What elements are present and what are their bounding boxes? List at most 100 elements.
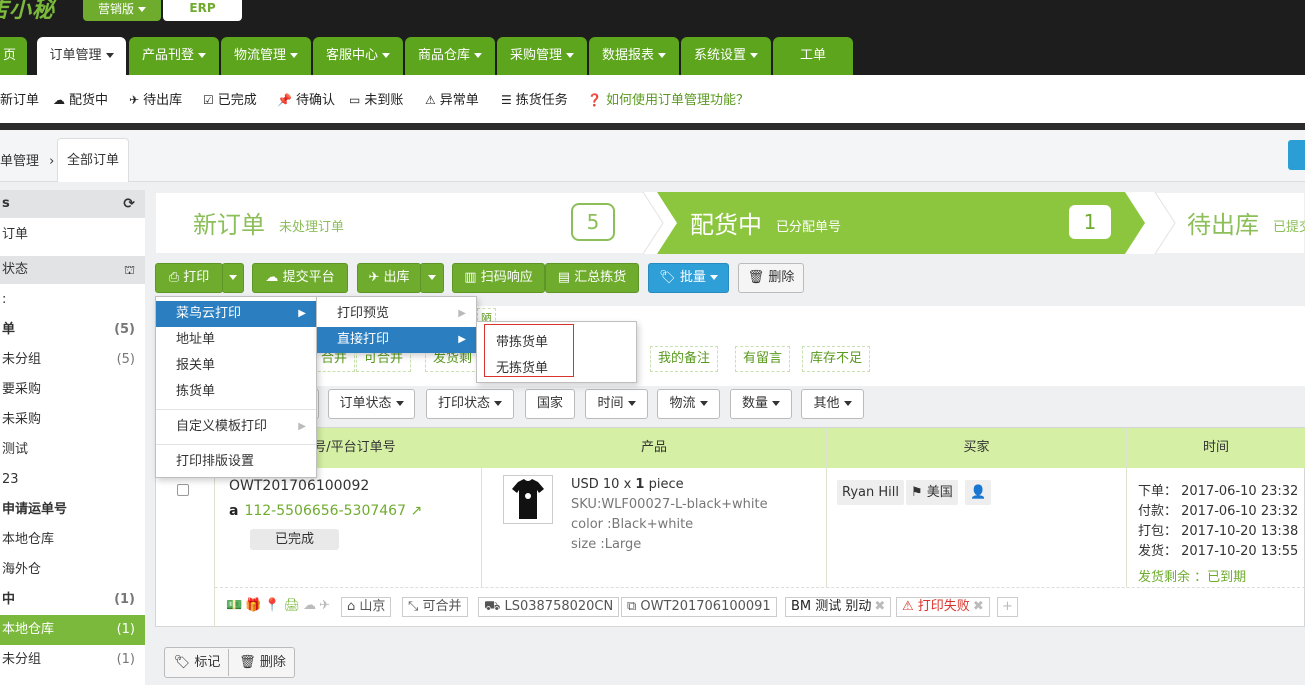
- subnav-exceptions[interactable]: ⚠ 异常单: [425, 89, 479, 108]
- print-button[interactable]: ⎙ 打印: [155, 263, 223, 293]
- print-dropdown-toggle[interactable]: [222, 263, 244, 293]
- order-number[interactable]: OWT201706100092: [229, 478, 369, 494]
- sidebar-item[interactable]: 测试: [0, 435, 145, 465]
- stage-new-title[interactable]: 新订单: [193, 205, 265, 240]
- add-tag-button[interactable]: +: [997, 597, 1018, 617]
- menu-item-without-picking[interactable]: 无拣货单: [496, 357, 548, 376]
- warehouse-tag[interactable]: ⌂ 山京: [341, 597, 392, 617]
- trash-icon: 🗑: [239, 655, 260, 670]
- tracking-tag[interactable]: ⛟ LS038758020CN: [478, 597, 620, 617]
- filter-country[interactable]: 国家: [525, 389, 575, 419]
- sidebar-item[interactable]: 要采购: [0, 375, 145, 405]
- menu-item-cainiao-print[interactable]: 菜鸟云打印 ▶: [156, 301, 316, 327]
- menu-item-address-label[interactable]: 地址单: [156, 327, 316, 353]
- platform-order-link[interactable]: a 112-5506656-5307467 ↗: [229, 503, 422, 519]
- close-icon[interactable]: ✖: [973, 599, 984, 614]
- sidebar-item[interactable]: 中 (1): [0, 585, 145, 615]
- money-icon: 💵: [226, 598, 246, 613]
- breadcrumb-tab-all-orders[interactable]: 全部订单: [57, 138, 129, 182]
- sidebar-item[interactable]: 未采购: [0, 405, 145, 435]
- menu-item-label: 打印排版设置: [176, 454, 255, 469]
- print-fail-tag[interactable]: ⚠ 打印失败 ✖: [896, 597, 990, 617]
- tab-reports[interactable]: 数据报表: [589, 37, 679, 75]
- filter-order-status[interactable]: 订单状态: [328, 389, 415, 419]
- help-link[interactable]: ❓ 如何使用订单管理功能？: [587, 89, 749, 108]
- sidebar-item-label: 单: [2, 322, 16, 337]
- user-icon[interactable]: 👤: [965, 480, 991, 505]
- mark-button[interactable]: 🏷 标记: [166, 649, 229, 676]
- product-thumbnail[interactable]: [503, 475, 553, 524]
- sidebar-item[interactable]: 23: [0, 465, 145, 495]
- close-icon[interactable]: ✖: [874, 599, 885, 614]
- subnav-new-orders[interactable]: 新订单: [0, 89, 39, 108]
- tab-logistics[interactable]: 物流管理: [221, 37, 311, 75]
- filter-quantity[interactable]: 数量: [730, 389, 792, 419]
- tab-customer-service[interactable]: 客服中心: [313, 37, 403, 75]
- submit-platform-button[interactable]: ☁ 提交平台: [252, 263, 348, 293]
- refresh-icon[interactable]: ⟳: [123, 190, 135, 218]
- subnav-completed[interactable]: ☑ 已完成: [203, 89, 257, 108]
- filter-other[interactable]: 其他: [801, 389, 864, 419]
- sidebar-item[interactable]: 单 (5): [0, 315, 145, 345]
- menu-item-print-layout[interactable]: 打印排版设置: [156, 449, 316, 475]
- filter-print-status[interactable]: 打印状态: [426, 389, 514, 419]
- menu-item-picking-list[interactable]: 拣货单: [156, 379, 316, 405]
- menu-item-print-preview[interactable]: 打印预览 ▶: [317, 301, 476, 327]
- subnav-allocating[interactable]: ☁ 配货中: [53, 89, 108, 108]
- erp-button[interactable]: ERP: [163, 0, 242, 21]
- sidebar-item[interactable]: 未分组 (5): [0, 345, 145, 375]
- subnav-unpaid[interactable]: ▭ 未到账: [349, 89, 403, 108]
- ship-button[interactable]: ✈ 出库: [357, 263, 421, 293]
- filter-time[interactable]: 时间: [585, 389, 648, 419]
- tab-warehouse[interactable]: 商品仓库: [405, 37, 495, 75]
- stage-allocating-count[interactable]: 1: [1069, 205, 1111, 239]
- subnav-picking-tasks[interactable]: ☰ 拣货任务: [501, 89, 568, 108]
- batch-button[interactable]: 🏷 批量: [648, 263, 729, 293]
- filter-tag-has-message[interactable]: 有留言: [735, 346, 791, 372]
- tab-settings[interactable]: 系统设置: [681, 37, 771, 75]
- order-ref-tag[interactable]: ⧉ OWT201706100091: [621, 597, 777, 617]
- menu-item-customs-form[interactable]: 报关单: [156, 353, 316, 379]
- unit-text: piece: [644, 477, 684, 492]
- edition-dropdown[interactable]: 营销版: [83, 0, 161, 21]
- menu-item-with-picking[interactable]: 带拣货单: [496, 331, 548, 350]
- sidebar-item-label: 未采购: [2, 412, 42, 427]
- filter-tag-low-stock[interactable]: 库存不足: [802, 346, 871, 372]
- menu-item-direct-print[interactable]: 直接打印 ▶: [317, 327, 476, 353]
- filter-tag-my-notes[interactable]: 我的备注: [650, 346, 719, 372]
- tab-tickets[interactable]: 工单: [773, 37, 853, 75]
- filter-logistics[interactable]: 物流: [657, 389, 720, 419]
- subnav-label: 新订单: [0, 93, 40, 108]
- stage-pending-title[interactable]: 待出库: [1187, 205, 1259, 240]
- scan-response-button[interactable]: ▥ 扫码响应: [452, 263, 545, 293]
- add-button[interactable]: [1288, 140, 1305, 170]
- tab-purchasing[interactable]: 采购管理: [497, 37, 587, 75]
- subnav-to-confirm[interactable]: 📌 待确认: [277, 89, 335, 108]
- sidebar-item[interactable]: 申请运单号: [0, 495, 145, 525]
- delete-button[interactable]: 🗑 删除: [738, 263, 804, 293]
- sidebar-item-orders[interactable]: 订单: [0, 220, 145, 250]
- sidebar-item[interactable]: :: [0, 285, 145, 315]
- stage-new-count[interactable]: 5: [571, 203, 615, 241]
- bottom-delete-button[interactable]: 🗑 删除: [231, 649, 294, 676]
- stage-allocating-title[interactable]: 配货中: [690, 205, 762, 240]
- chevron-down-icon: [198, 53, 206, 58]
- sidebar-item[interactable]: 未分组 (1): [0, 645, 145, 675]
- app-logo[interactable]: 店小秘: [0, 0, 70, 27]
- subnav-pending-ship[interactable]: ✈ 待出库: [129, 89, 182, 108]
- tab-home[interactable]: 页: [0, 37, 27, 75]
- summary-picking-button[interactable]: ▤ 汇总拣货: [545, 263, 639, 293]
- menu-item-custom-template[interactable]: 自定义模板打印 ▶: [156, 414, 316, 440]
- row-checkbox[interactable]: [177, 484, 189, 496]
- sidebar-item[interactable]: 海外仓: [0, 555, 145, 585]
- breadcrumb-parent[interactable]: 单管理 ›: [0, 150, 54, 169]
- sidebar-item[interactable]: 本地仓库: [0, 525, 145, 555]
- ship-dropdown-toggle[interactable]: [420, 263, 444, 293]
- buyer-name[interactable]: Ryan Hill: [837, 480, 904, 505]
- note-tag[interactable]: BM 测试 别动 ✖: [785, 597, 892, 617]
- tab-product-listing[interactable]: 产品刊登: [129, 37, 219, 75]
- mergeable-tag[interactable]: ⤡ 可合并: [402, 597, 468, 617]
- sitemap-icon[interactable]: ⛫: [124, 256, 135, 284]
- sidebar-item-selected[interactable]: 本地仓库 (1): [0, 615, 145, 645]
- tab-order-management[interactable]: 订单管理: [37, 37, 126, 75]
